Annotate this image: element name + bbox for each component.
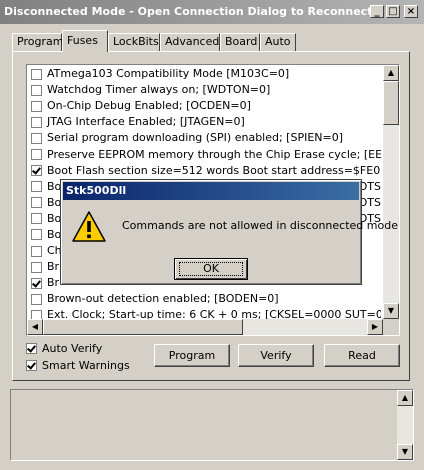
fuse-checkbox[interactable]	[31, 68, 42, 80]
fuse-row[interactable]: Brown-out detection enabled; [BODEN=0]	[31, 291, 381, 307]
fuse-checkbox[interactable]	[31, 245, 42, 257]
tab-fuses[interactable]: Fuses	[62, 30, 108, 52]
dialog-title-bar[interactable]: Stk500Dll	[63, 182, 359, 200]
ok-button[interactable]: OK	[174, 258, 248, 280]
fuse-list-hscrollbar[interactable]: ◀ ▶	[27, 319, 383, 335]
fuse-label: Boot Flash section size=512 words Boot s…	[47, 163, 381, 177]
fuse-checkbox[interactable]	[31, 261, 42, 273]
smart-warnings-checkbox[interactable]	[26, 360, 37, 371]
smart-warnings-option[interactable]: Smart Warnings	[26, 359, 130, 372]
dialog-title: Stk500Dll	[66, 184, 127, 197]
fuse-label: Br	[47, 260, 60, 274]
vscroll-thumb[interactable]	[383, 81, 399, 125]
tab-lockbits[interactable]: LockBits	[108, 33, 160, 51]
fuse-checkbox[interactable]	[31, 213, 42, 225]
output-log[interactable]: ▲ ▼	[10, 389, 414, 461]
warning-icon	[72, 211, 106, 242]
error-dialog: Stk500Dll Commands are not allowed in di…	[60, 179, 398, 285]
fuse-label: JTAG Interface Enabled; [JTAGEN=0]	[47, 115, 245, 129]
fuse-checkbox[interactable]	[31, 116, 42, 128]
fuse-label: Ext. Clock; Start-up time: 6 CK + 0 ms; …	[47, 308, 381, 319]
fuse-checkbox[interactable]	[31, 100, 42, 112]
scroll-left-icon[interactable]: ◀	[27, 319, 43, 335]
fuse-checkbox[interactable]	[31, 229, 42, 241]
fuse-label: Serial program downloading (SPI) enabled…	[47, 131, 344, 145]
fuse-checkbox[interactable]	[31, 293, 42, 305]
close-button[interactable]: ×	[404, 5, 418, 18]
fuse-row[interactable]: Preserve EEPROM memory through the Chip …	[31, 146, 381, 162]
maximize-button[interactable]: □	[386, 5, 400, 18]
fuse-row[interactable]: Boot Flash section size=512 words Boot s…	[31, 163, 381, 179]
scroll-right-icon[interactable]: ▶	[367, 319, 383, 335]
minimize-button[interactable]: _	[370, 5, 384, 18]
dialog-message: Commands are not allowed in disconnected…	[122, 219, 398, 232]
tab-board[interactable]: Board	[220, 33, 260, 51]
fuse-row[interactable]: On-Chip Debug Enabled; [OCDEN=0]	[31, 98, 381, 114]
fuse-checkbox[interactable]	[31, 277, 42, 289]
fuse-checkbox[interactable]	[31, 84, 42, 96]
fuse-label: ATmega103 Compatibility Mode [M103C=0]	[47, 67, 290, 81]
scroll-down-icon[interactable]: ▼	[383, 303, 399, 319]
auto-verify-label: Auto Verify	[42, 342, 103, 355]
fuse-checkbox[interactable]	[31, 197, 42, 209]
fuse-checkbox[interactable]	[31, 309, 42, 319]
main-window: Disconnected Mode - Open Connection Dial…	[0, 0, 424, 470]
focus-rect	[179, 262, 243, 276]
fuse-checkbox[interactable]	[31, 149, 42, 161]
fuse-row[interactable]: Serial program downloading (SPI) enabled…	[31, 130, 381, 146]
fuse-checkbox[interactable]	[31, 181, 42, 193]
log-vscrollbar[interactable]: ▲ ▼	[397, 390, 413, 460]
window-title: Disconnected Mode - Open Connection Dial…	[4, 5, 373, 18]
verify-button[interactable]: Verify	[238, 344, 314, 367]
smart-warnings-label: Smart Warnings	[42, 359, 130, 372]
fuse-row[interactable]: ATmega103 Compatibility Mode [M103C=0]	[31, 66, 381, 82]
fuse-label: Brown-out detection enabled; [BODEN=0]	[47, 292, 279, 306]
fuse-label: Preserve EEPROM memory through the Chip …	[47, 147, 381, 161]
auto-verify-option[interactable]: Auto Verify	[26, 342, 102, 355]
title-bar[interactable]: Disconnected Mode - Open Connection Dial…	[0, 0, 424, 24]
scroll-up-icon[interactable]: ▲	[397, 390, 413, 406]
read-button[interactable]: Read	[324, 344, 400, 367]
tab-advanced[interactable]: Advanced	[160, 33, 220, 51]
program-button[interactable]: Program	[154, 344, 230, 367]
fuse-row[interactable]: JTAG Interface Enabled; [JTAGEN=0]	[31, 114, 381, 130]
hscroll-thumb[interactable]	[43, 319, 243, 335]
auto-verify-checkbox[interactable]	[26, 343, 37, 354]
fuse-label: On-Chip Debug Enabled; [OCDEN=0]	[47, 99, 251, 113]
fuse-row[interactable]: Watchdog Timer always on; [WDTON=0]	[31, 82, 381, 98]
tab-program[interactable]: Program	[12, 33, 63, 51]
scroll-up-icon[interactable]: ▲	[383, 65, 399, 81]
fuse-checkbox[interactable]	[31, 165, 42, 177]
tab-auto[interactable]: Auto	[260, 33, 296, 51]
fuse-label: Watchdog Timer always on; [WDTON=0]	[47, 83, 271, 97]
fuse-checkbox[interactable]	[31, 132, 42, 144]
scroll-down-icon[interactable]: ▼	[397, 444, 413, 460]
fuse-label: Br	[47, 276, 60, 290]
scroll-corner	[383, 319, 399, 335]
fuse-list-vscrollbar[interactable]: ▲ ▼	[383, 65, 399, 319]
fuse-row[interactable]: Ext. Clock; Start-up time: 6 CK + 0 ms; …	[31, 307, 381, 319]
